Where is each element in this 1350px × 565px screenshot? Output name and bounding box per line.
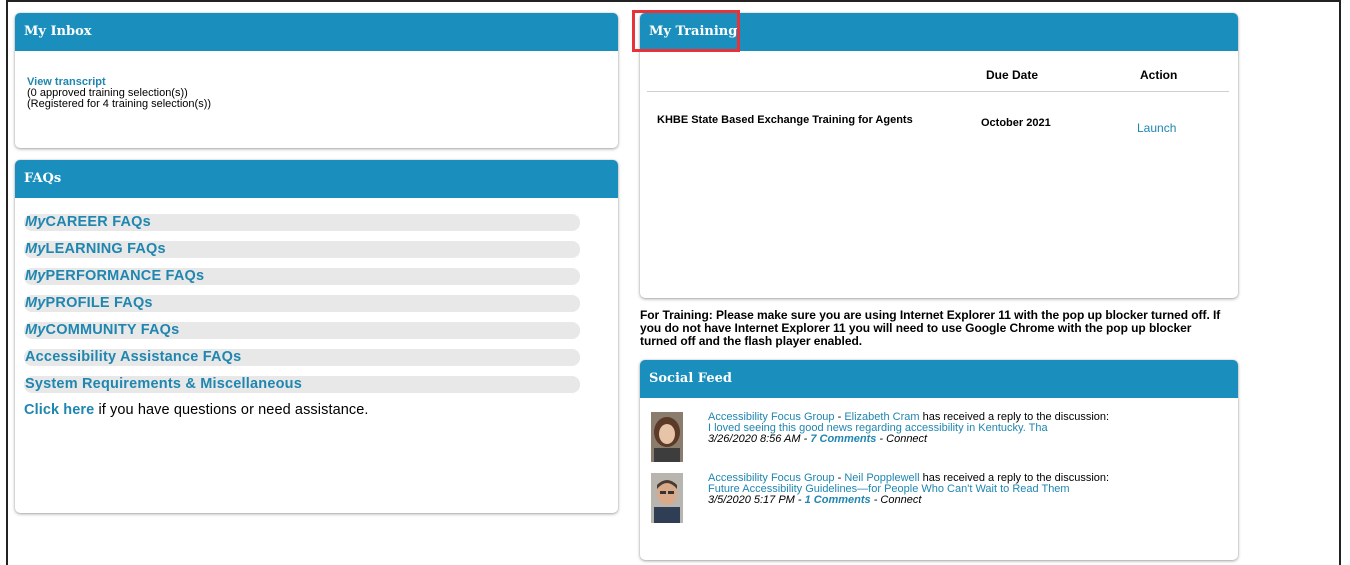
inbox-title: My Inbox bbox=[15, 13, 618, 51]
comments-link[interactable]: 7 Comments bbox=[810, 433, 876, 445]
faq-system-requirements-link[interactable]: System Requirements & Miscellaneous bbox=[24, 376, 580, 393]
training-table: Due Date Action KHBE State Based Exchang… bbox=[647, 51, 1229, 152]
inbox-panel: My Inbox View transcript (0 approved tra… bbox=[15, 13, 618, 148]
training-title-highlight bbox=[632, 10, 740, 52]
faq-mylearning-link[interactable]: MyLEARNING FAQs bbox=[24, 241, 580, 258]
faq-mycommunity-link[interactable]: MyCOMMUNITY FAQs bbox=[24, 322, 580, 339]
training-row: KHBE State Based Exchange Training for A… bbox=[647, 92, 1229, 152]
training-course-name: KHBE State Based Exchange Training for A… bbox=[657, 114, 913, 126]
feed-text: Accessibility Focus Group - Elizabeth Cr… bbox=[708, 412, 1228, 445]
faq-accessibility-link[interactable]: Accessibility Assistance FAQs bbox=[24, 349, 580, 366]
faq-help-note: Click here if you have questions or need… bbox=[24, 402, 369, 418]
social-feed-title: Social Feed bbox=[640, 360, 1238, 398]
training-panel: My Training Due Date Action KHBE State B… bbox=[640, 13, 1238, 298]
avatar[interactable] bbox=[651, 412, 683, 462]
avatar[interactable] bbox=[651, 473, 683, 523]
faqs-panel: FAQs MyCAREER FAQs MyLEARNING FAQs MyPER… bbox=[15, 160, 618, 513]
post-date: 3/26/2020 8:56 AM - bbox=[708, 433, 811, 445]
click-here-link[interactable]: Click here bbox=[24, 402, 94, 418]
faqs-title: FAQs bbox=[15, 160, 618, 198]
training-browser-note: For Training: Please make sure you are u… bbox=[640, 308, 1221, 348]
action-header: Action bbox=[1140, 68, 1178, 82]
post-date: 3/5/2020 5:17 PM - bbox=[708, 494, 805, 506]
comments-link[interactable]: 1 Comments bbox=[805, 494, 871, 506]
training-due-date: October 2021 bbox=[981, 117, 1051, 129]
launch-link[interactable]: Launch bbox=[1137, 121, 1176, 135]
registered-selections-text: (Registered for 4 training selection(s)) bbox=[27, 98, 212, 110]
due-date-header: Due Date bbox=[986, 68, 1039, 82]
faq-myprofile-link[interactable]: MyPROFILE FAQs bbox=[24, 295, 580, 312]
feed-text: Accessibility Focus Group - Neil Popplew… bbox=[708, 473, 1228, 506]
faq-myperformance-link[interactable]: MyPERFORMANCE FAQs bbox=[24, 268, 580, 285]
social-feed-panel: Social Feed Accessibility Focus Group - … bbox=[640, 360, 1238, 560]
faq-mycareer-link[interactable]: MyCAREER FAQs bbox=[24, 214, 580, 231]
training-table-header: Due Date Action bbox=[647, 51, 1229, 92]
